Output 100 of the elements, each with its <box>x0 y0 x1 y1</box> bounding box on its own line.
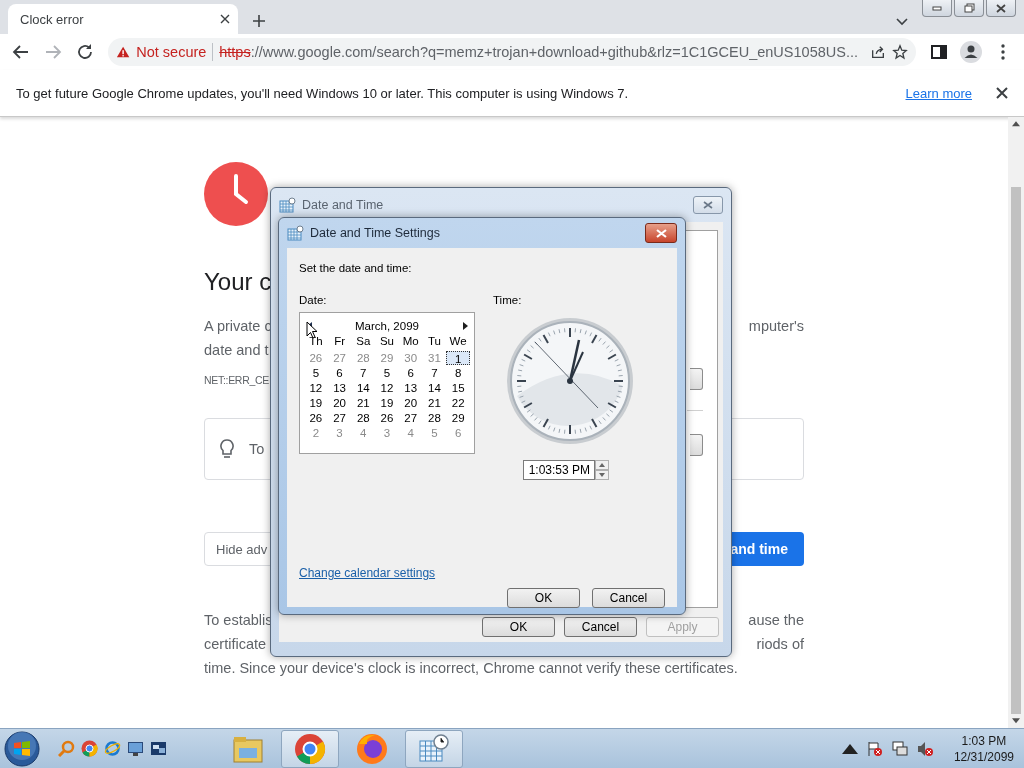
chrome-icon[interactable] <box>81 740 98 757</box>
star-icon[interactable] <box>892 43 908 61</box>
close-icon <box>655 228 667 238</box>
taskbar-button[interactable] <box>281 729 339 768</box>
clock-date[interactable]: 12/31/2099 <box>953 748 1014 765</box>
chrome-icon <box>293 731 327 766</box>
close-button[interactable] <box>645 223 677 243</box>
calendar-settings-link[interactable]: Change calendar settings <box>299 566 436 580</box>
desktop-icon[interactable] <box>127 740 144 757</box>
time-field[interactable]: 1:03:53 PM <box>523 460 595 480</box>
dialog-button[interactable]: Cancel <box>564 617 637 637</box>
globe-icon[interactable] <box>104 740 121 757</box>
scrollbar-thumb[interactable] <box>1011 186 1021 715</box>
address-bar[interactable]: Not secure https://www.google.com/search?q=memz+trojan+download+github&rlz=1C1GCEU_enUS1058US... <box>108 38 916 66</box>
muted-speaker-icon[interactable] <box>916 740 933 757</box>
calendar-day[interactable]: 4 <box>351 426 376 440</box>
infobar-message: To get future Google Chrome updates, you'll need Windows 10 or later. This computer is using Windows 7. <box>16 85 630 101</box>
browser-tab[interactable]: Clock error <box>8 4 238 34</box>
calendar-day[interactable]: 13 <box>327 381 352 395</box>
calendar-day[interactable]: 15 <box>446 381 470 395</box>
close-button[interactable] <box>986 0 1016 17</box>
calendar-day[interactable]: 3 <box>375 426 399 440</box>
calendar-day[interactable]: 27 <box>327 411 352 425</box>
calendar-day[interactable]: 6 <box>446 426 470 440</box>
body-text: riods of <box>756 635 804 654</box>
prompt-text: Set the date and time: <box>299 262 413 274</box>
body-text: ause the <box>748 611 804 630</box>
calendar-day[interactable]: 12 <box>304 381 328 395</box>
lightbulb-icon <box>219 438 235 460</box>
calendar-day[interactable]: 14 <box>351 381 376 395</box>
dialog-button[interactable]: OK <box>507 588 580 608</box>
taskbar-button[interactable] <box>405 729 463 768</box>
calendar-day[interactable]: 26 <box>304 351 328 365</box>
calendar-icon <box>279 197 296 213</box>
clock-icon <box>204 162 268 226</box>
calendar-day[interactable]: 28 <box>422 411 447 425</box>
calendar-day[interactable]: 29 <box>446 411 470 425</box>
start-button[interactable] <box>4 730 40 767</box>
calendar-day[interactable]: 27 <box>398 411 423 425</box>
calendar-day[interactable]: 19 <box>375 396 399 410</box>
minimize-icon <box>932 5 942 11</box>
calendar-day[interactable]: 3 <box>327 426 352 440</box>
calendar-day[interactable]: 19 <box>304 396 328 410</box>
calendar-day[interactable]: 14 <box>422 381 447 395</box>
calendar-day[interactable]: 7 <box>351 366 376 380</box>
warning-icon <box>116 45 131 59</box>
weekday-label: Fr <box>333 335 346 349</box>
minimize-button[interactable] <box>922 0 952 17</box>
calendar-day[interactable]: 26 <box>304 411 328 425</box>
window-title: Date and Time Settings <box>310 226 440 240</box>
calendar-icon <box>287 225 304 241</box>
profile-icon[interactable] <box>958 39 984 65</box>
close-button[interactable] <box>693 196 723 214</box>
calendar-day[interactable]: 31 <box>422 351 447 365</box>
windows-icon[interactable] <box>150 740 167 757</box>
calendar-day[interactable]: 21 <box>351 396 376 410</box>
calendar-day[interactable]: 20 <box>327 396 352 410</box>
calendar-day[interactable]: 29 <box>375 351 399 365</box>
flag-icon[interactable] <box>866 740 883 757</box>
calendar-day[interactable]: 28 <box>351 351 376 365</box>
calendar-day[interactable]: 6 <box>327 366 352 380</box>
body-text: time. Since your device's clock is incorrect, Chrome cannot verify these certificates. <box>204 659 739 678</box>
weekday-label: Tu <box>426 335 442 349</box>
calendar-day[interactable]: 5 <box>375 366 399 380</box>
button-edge[interactable] <box>690 434 703 456</box>
calendar-day[interactable]: 28 <box>351 411 376 425</box>
calendar-day[interactable]: 8 <box>446 366 470 380</box>
plus-icon[interactable] <box>252 14 266 28</box>
body-text: date and t <box>204 341 269 360</box>
calendar-day[interactable]: 2 <box>304 426 328 440</box>
share-icon[interactable] <box>870 44 886 60</box>
dialog-button[interactable]: OK <box>482 617 555 637</box>
calendar-day[interactable]: 26 <box>375 411 399 425</box>
close-icon[interactable] <box>220 14 230 24</box>
next-icon[interactable] <box>462 322 468 330</box>
calendar-day[interactable]: 27 <box>327 351 352 365</box>
scrollbar[interactable] <box>1008 117 1024 728</box>
button-edge[interactable] <box>690 368 703 390</box>
spinner[interactable] <box>595 460 609 480</box>
calendar-day[interactable]: 22 <box>446 396 470 410</box>
calendar-day[interactable]: 5 <box>422 426 447 440</box>
calendar-day[interactable]: 30 <box>398 351 423 365</box>
dialog-button[interactable]: Cancel <box>592 588 665 608</box>
weekday-label: Th <box>308 335 324 349</box>
calendar-day[interactable]: 7 <box>422 366 447 380</box>
learn-more-link[interactable]: Learn more <box>905 85 972 101</box>
close-icon <box>996 3 1006 13</box>
calendar-day[interactable]: 1 <box>446 351 470 365</box>
clock-time[interactable]: 1:03 PM <box>961 732 1007 749</box>
network-icon[interactable] <box>891 740 908 757</box>
calendar-day[interactable]: 5 <box>304 366 328 380</box>
calendar-day[interactable]: 20 <box>398 396 423 410</box>
month-title[interactable]: March, 2099 <box>355 320 419 332</box>
chevron-down-icon[interactable] <box>896 18 908 26</box>
close-icon[interactable] <box>996 87 1008 99</box>
calendar-day[interactable]: 12 <box>375 381 399 395</box>
calendar-day[interactable]: 21 <box>422 396 447 410</box>
calendar-day[interactable]: 6 <box>398 366 423 380</box>
restore-button[interactable] <box>954 0 984 17</box>
calendar-day[interactable]: 13 <box>398 381 423 395</box>
